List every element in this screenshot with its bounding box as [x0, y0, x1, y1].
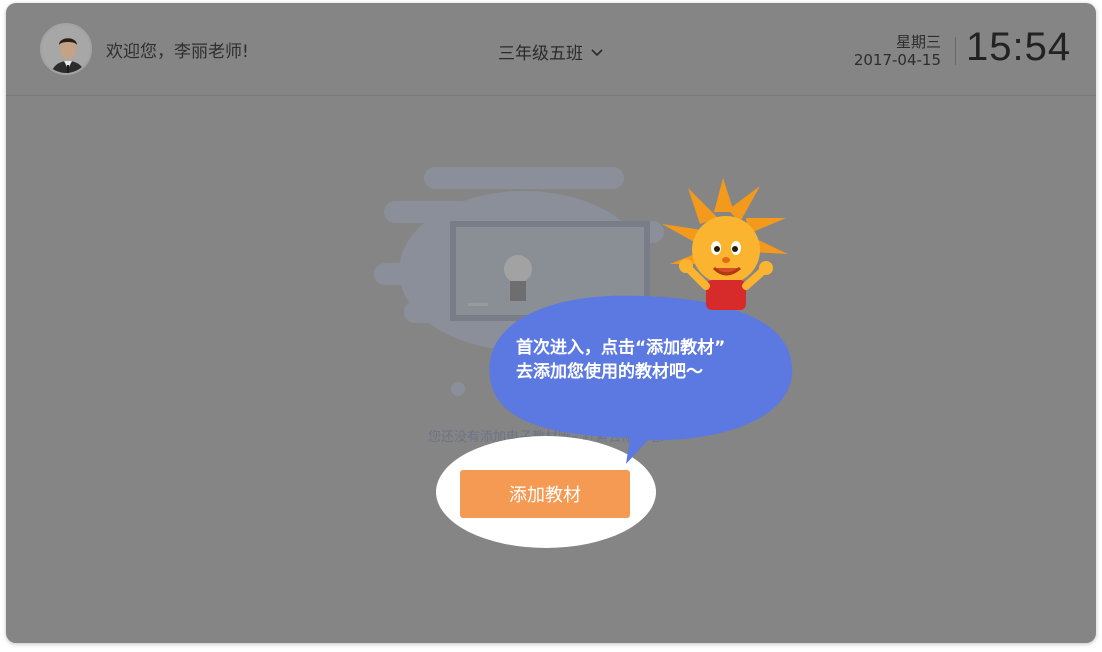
welcome-text: 欢迎您，李丽老师!: [106, 42, 249, 62]
class-name: 三年级五班: [498, 44, 583, 64]
date-label: 2017-04-15: [853, 51, 941, 69]
teacher-avatar[interactable]: [40, 23, 92, 75]
sun-mascot: [662, 178, 788, 310]
chevron-down-icon: [591, 42, 603, 62]
add-textbook-button[interactable]: 添加教材: [460, 470, 630, 518]
header-divider: [955, 37, 956, 65]
weekday-label: 星期三: [895, 33, 941, 51]
clock: 15:54: [966, 25, 1072, 69]
guide-line-2: 去添加您使用的教材吧～: [516, 362, 703, 382]
top-bar: 欢迎您，李丽老师! 三年级五班 星期三 2017-04-15 15:54: [6, 3, 1096, 96]
person-icon: [42, 25, 90, 73]
guide-message: 首次进入，点击“添加教材” 去添加您使用的教材吧～: [516, 336, 786, 384]
guide-line-1: 首次进入，点击“添加教材”: [516, 338, 726, 358]
class-selector[interactable]: 三年级五班: [498, 39, 603, 64]
